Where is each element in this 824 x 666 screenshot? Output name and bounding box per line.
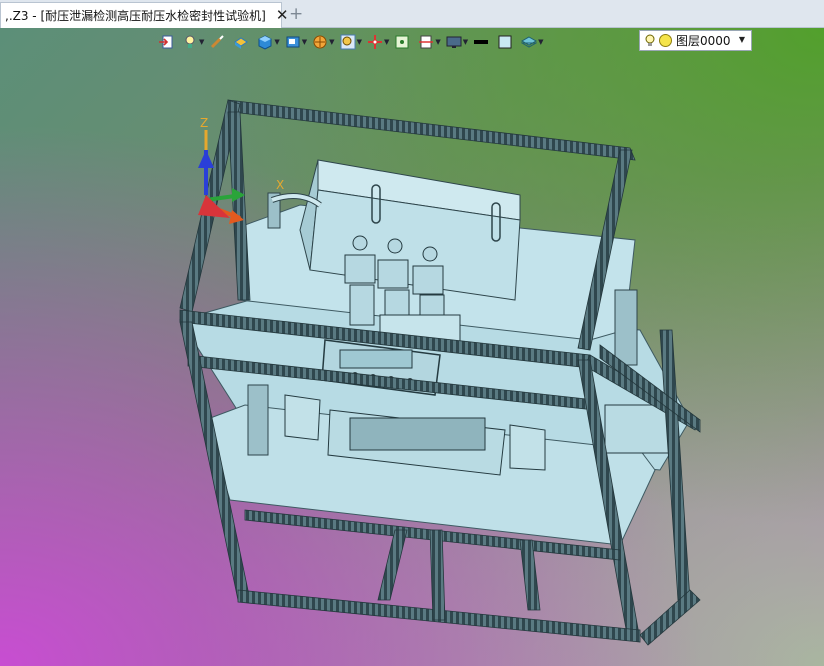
pan-cross-icon: [367, 35, 382, 49]
import-arrow-button[interactable]: [158, 32, 180, 52]
display-mode-icon: [286, 36, 300, 48]
chevron-down-icon[interactable]: ▼: [329, 38, 334, 46]
brush-button[interactable]: [209, 32, 231, 52]
tab-bar: ,.Z3 - [耐压泄漏检测高压耐压水检密封性试验机] ✕ +: [0, 0, 824, 28]
chevron-down-icon[interactable]: ▼: [357, 38, 362, 46]
chevron-down-icon[interactable]: ▼: [463, 38, 468, 46]
display-mode-button[interactable]: ▼: [285, 32, 310, 52]
chevron-down-icon[interactable]: ▼: [384, 38, 389, 46]
image-button[interactable]: [394, 32, 416, 52]
chevron-down-icon[interactable]: ▼: [199, 38, 204, 46]
layer-color-dot: [659, 34, 672, 47]
monitor-icon: [446, 36, 462, 48]
cube-view-icon: [258, 35, 272, 50]
chevron-down-icon[interactable]: ▼: [538, 38, 543, 46]
render-sphere-button[interactable]: ▼: [312, 32, 337, 52]
light-bulb-icon: [185, 35, 195, 48]
new-tab-icon[interactable]: +: [289, 4, 303, 24]
chevron-down-icon[interactable]: ▼: [435, 38, 440, 46]
shaded-solid-icon: [234, 37, 249, 49]
line-weight-button[interactable]: [473, 32, 495, 52]
cube-view-button[interactable]: ▼: [257, 32, 282, 52]
layer-stack-icon: [521, 36, 538, 48]
zoom-icon: [340, 34, 356, 50]
chevron-down-icon: ▼: [738, 35, 745, 44]
close-tab-icon[interactable]: ✕: [276, 8, 289, 23]
3d-model[interactable]: [0, 28, 824, 666]
x-axis-label: X: [276, 178, 285, 192]
z-axis-label: Z: [200, 116, 209, 130]
section-plane-icon: [419, 35, 434, 49]
line-weight-icon: [474, 40, 489, 44]
layer-stack-button[interactable]: ▼: [521, 32, 546, 52]
document-tab-title: ,.Z3 - [耐压泄漏检测高压耐压水检密封性试验机]: [5, 9, 266, 23]
view-toolbar: ▼ ▼ ▼ ▼ ▼ ▼ ▼ ▼ ▼: [158, 31, 547, 53]
zoom-button[interactable]: ▼: [340, 32, 365, 52]
chevron-down-icon[interactable]: ▼: [274, 38, 279, 46]
image-icon: [395, 35, 409, 49]
layer-name: 图层0000: [676, 34, 731, 48]
monitor-button[interactable]: ▼: [446, 32, 471, 52]
section-plane-button[interactable]: ▼: [418, 32, 443, 52]
light-bulb-button[interactable]: ▼: [182, 32, 207, 52]
light-bulb-icon: [645, 34, 655, 46]
shaded-solid-button[interactable]: [233, 32, 255, 52]
brush-icon: [211, 35, 225, 49]
layer-dropdown[interactable]: 图层0000 ▼: [639, 30, 752, 51]
render-sphere-icon: [313, 35, 327, 49]
chevron-down-icon[interactable]: ▼: [302, 38, 307, 46]
color-swatch-button[interactable]: [497, 32, 519, 52]
3d-viewport[interactable]: Z X: [0, 28, 824, 666]
document-tab[interactable]: ,.Z3 - [耐压泄漏检测高压耐压水检密封性试验机] ✕: [0, 2, 288, 28]
import-arrow-icon: [159, 35, 173, 49]
pan-cross-button[interactable]: ▼: [367, 32, 392, 52]
color-swatch-icon: [498, 35, 512, 49]
